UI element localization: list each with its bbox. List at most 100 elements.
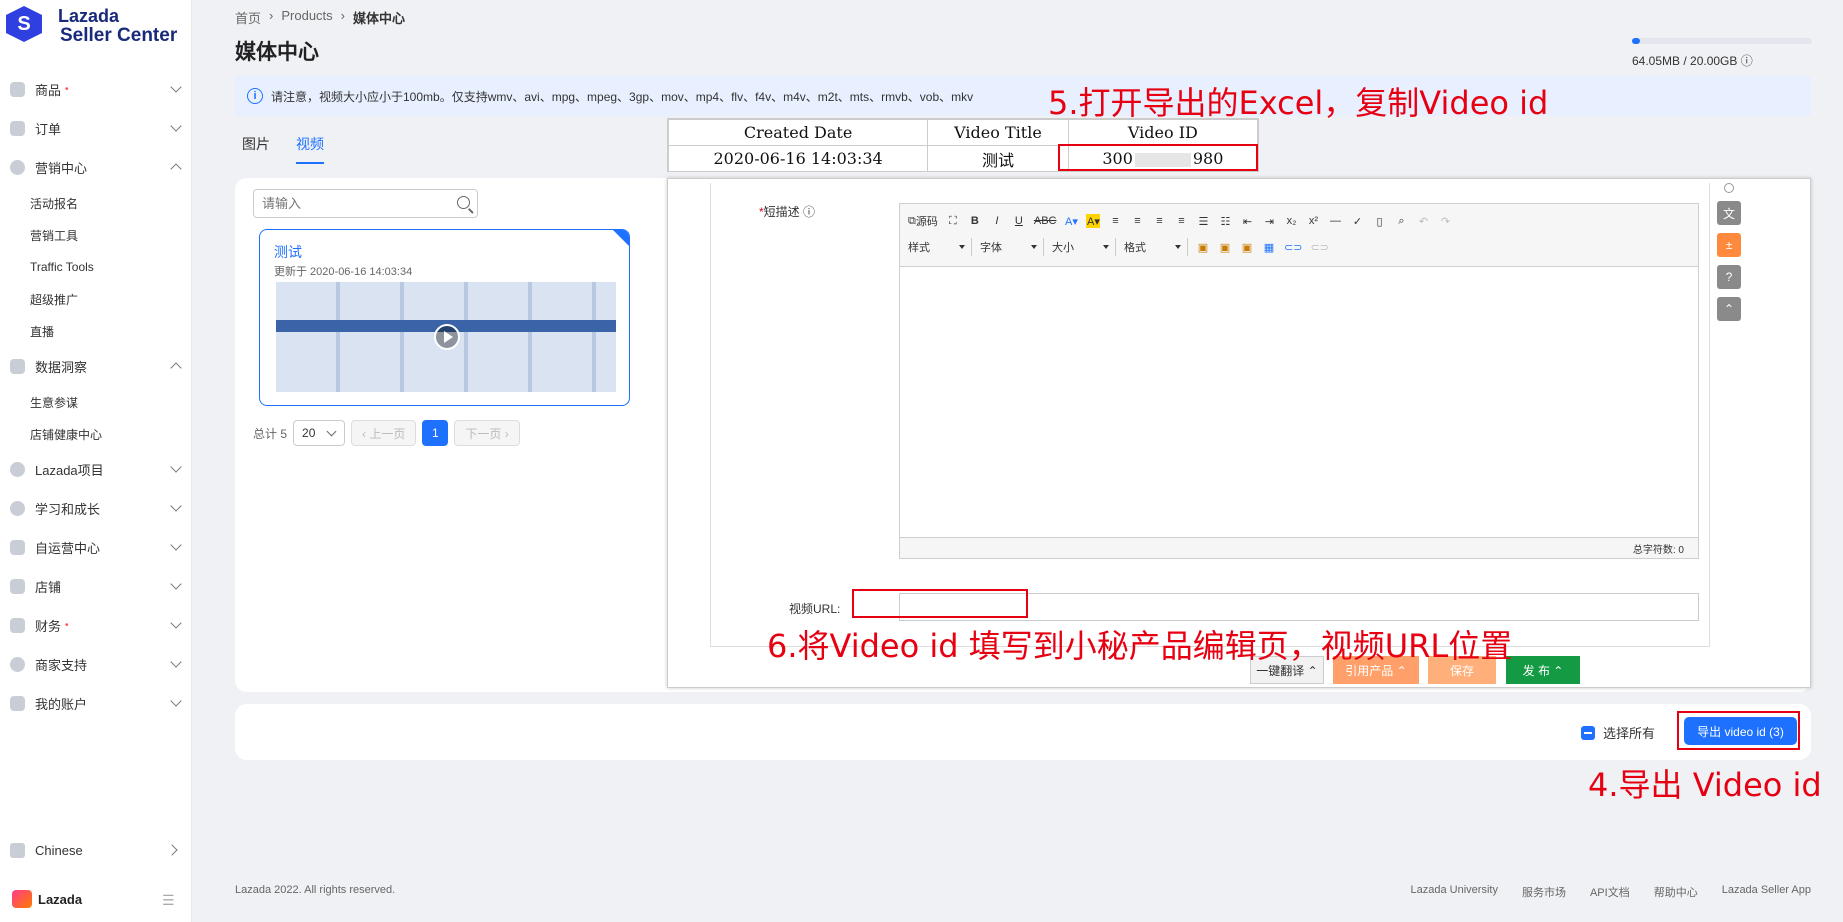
- link-icon[interactable]: ⊂⊃: [1284, 240, 1302, 254]
- page-size-select[interactable]: 20: [293, 420, 346, 446]
- footer-link-service-market[interactable]: 服务市场: [1522, 884, 1566, 900]
- info-icon[interactable]: ⓘ: [1741, 54, 1753, 68]
- source-button[interactable]: ⧉ 源码: [908, 214, 938, 229]
- collapse-menu-icon[interactable]: ☰: [162, 892, 175, 909]
- sidebar-sub-marketing-tools[interactable]: 营销工具: [0, 219, 192, 251]
- footer-link-seller-app[interactable]: Lazada Seller App: [1722, 884, 1811, 900]
- subscript-icon[interactable]: x₂: [1284, 214, 1298, 228]
- chevron-down-icon: [170, 617, 182, 629]
- superscript-icon[interactable]: x²: [1306, 214, 1320, 228]
- unlink-icon[interactable]: ⊂⊃: [1310, 240, 1328, 254]
- size-select[interactable]: 大小: [1052, 238, 1116, 256]
- excel-header: Video Title: [927, 119, 1069, 146]
- underline-icon[interactable]: U: [1012, 214, 1026, 228]
- align-left-icon[interactable]: ≡: [1108, 214, 1122, 228]
- sidebar-sub-super-promo[interactable]: 超级推广: [0, 283, 192, 315]
- video-updated: 更新于 2020-06-16 14:03:34: [274, 266, 413, 278]
- dollar-icon: [10, 462, 25, 477]
- table-icon[interactable]: ▦: [1262, 240, 1276, 254]
- maximize-icon[interactable]: ⛶: [946, 214, 960, 228]
- editor-form: *短描述 ⓘ ⧉ 源码 ⛶ B I U ABC A▾ A▾ ≡ ≡ ≡ ≡ ☰ ☷…: [710, 183, 1710, 647]
- page-title: 媒体中心: [235, 41, 319, 64]
- bullet-list-icon[interactable]: ☰: [1196, 214, 1210, 228]
- pagination: 总计 5 20 ‹ 上一页 1 下一页 ›: [253, 420, 520, 446]
- sidebar-sub-live[interactable]: 直播: [0, 315, 192, 347]
- footer-link-university[interactable]: Lazada University: [1411, 884, 1498, 900]
- justify-icon[interactable]: ≡: [1174, 214, 1188, 228]
- sidebar-item-products[interactable]: 商品 •: [0, 70, 192, 109]
- image-icon[interactable]: ▣: [1196, 240, 1210, 254]
- align-right-icon[interactable]: ≡: [1152, 214, 1166, 228]
- indent-icon[interactable]: ⇥: [1262, 214, 1276, 228]
- format-select[interactable]: 格式: [1124, 238, 1188, 256]
- chevron-down-icon: [170, 500, 182, 512]
- font-select[interactable]: 字体: [980, 238, 1044, 256]
- sidebar-sub-campaign[interactable]: 活动报名: [0, 187, 192, 219]
- language-icon: [10, 843, 25, 858]
- help-icon[interactable]: ?: [1717, 265, 1741, 289]
- prev-page-button[interactable]: ‹ 上一页: [351, 420, 417, 446]
- lazada-heart-icon: [12, 890, 32, 908]
- sidebar-item-learning[interactable]: 学习和成长: [0, 489, 192, 528]
- video-card[interactable]: 测试 更新于 2020-06-16 14:03:34: [259, 229, 630, 406]
- sidebar-item-marketing[interactable]: 营销中心: [0, 148, 192, 187]
- search-icon[interactable]: [457, 196, 470, 209]
- undo-icon[interactable]: ↶: [1416, 214, 1430, 228]
- source-icon: ⧉: [908, 214, 916, 227]
- sidebar-item-support[interactable]: 商家支持: [0, 645, 192, 684]
- breadcrumb-home[interactable]: 首页: [235, 8, 261, 27]
- italic-icon[interactable]: I: [990, 214, 1004, 228]
- sidebar-item-lazada-programs[interactable]: Lazada项目: [0, 450, 192, 489]
- scroll-top-icon[interactable]: ⌃: [1717, 297, 1741, 321]
- rich-text-area[interactable]: [899, 267, 1699, 537]
- footer-link-api-docs[interactable]: API文档: [1590, 884, 1630, 900]
- tab-images[interactable]: 图片: [242, 134, 270, 164]
- template-icon[interactable]: ▯: [1372, 214, 1386, 228]
- sidebar-sub-business-advisor[interactable]: 生意参谋: [0, 386, 192, 418]
- select-all-checkbox[interactable]: 选择所有: [1581, 723, 1655, 742]
- search-box[interactable]: [253, 189, 478, 218]
- sidebar-sub-traffic-tools[interactable]: Traffic Tools: [0, 251, 192, 283]
- language-switcher[interactable]: Chinese: [10, 843, 182, 858]
- footer-link-help-center[interactable]: 帮助中心: [1654, 884, 1698, 900]
- highlight-icon[interactable]: A▾: [1086, 214, 1101, 228]
- style-select[interactable]: 样式: [908, 238, 972, 256]
- sidebar-item-self-operation[interactable]: 自运营中心: [0, 528, 192, 567]
- play-icon[interactable]: [434, 324, 460, 350]
- page-number-current[interactable]: 1: [422, 420, 449, 446]
- radio-icon[interactable]: [1724, 183, 1734, 193]
- sidebar-sub-store-health[interactable]: 店铺健康中心: [0, 418, 192, 450]
- caret-down-icon: [959, 245, 965, 249]
- sidebar-item-finance[interactable]: 财务 •: [0, 606, 192, 645]
- preview-icon[interactable]: ⌕: [1394, 214, 1408, 228]
- caret-down-icon: [1175, 245, 1181, 249]
- bold-icon[interactable]: B: [968, 214, 982, 228]
- lazada-logo[interactable]: S Lazada Seller Center: [6, 6, 177, 46]
- publish-button[interactable]: 发 布 ⌃: [1506, 656, 1580, 684]
- tab-videos[interactable]: 视频: [296, 134, 324, 164]
- outdent-icon[interactable]: ⇤: [1240, 214, 1254, 228]
- font-color-icon[interactable]: A▾: [1064, 214, 1078, 228]
- calculator-icon[interactable]: ±: [1717, 233, 1741, 257]
- image-gallery-icon[interactable]: ▣: [1240, 240, 1254, 254]
- help-icon: [10, 657, 25, 672]
- search-input[interactable]: [262, 196, 452, 211]
- sidebar-item-insights[interactable]: 数据洞察: [0, 347, 192, 386]
- sidebar-item-account[interactable]: 我的账户: [0, 684, 192, 723]
- strikethrough-icon[interactable]: ABC: [1034, 214, 1057, 228]
- horizontal-rule-icon[interactable]: ―: [1328, 214, 1342, 228]
- redo-icon[interactable]: ↷: [1438, 214, 1452, 228]
- align-center-icon[interactable]: ≡: [1130, 214, 1144, 228]
- sidebar-item-store[interactable]: 店铺: [0, 567, 192, 606]
- breadcrumb-products[interactable]: Products: [281, 8, 332, 27]
- image-upload-icon[interactable]: ▣: [1218, 240, 1232, 254]
- settings-icon: [10, 540, 25, 555]
- spellcheck-icon[interactable]: ✓: [1350, 214, 1364, 228]
- help-icon[interactable]: ⓘ: [803, 205, 815, 219]
- lazada-mark-icon: S: [6, 6, 42, 42]
- numbered-list-icon[interactable]: ☷: [1218, 214, 1232, 228]
- sidebar-item-orders[interactable]: 订单: [0, 109, 192, 148]
- video-thumbnail[interactable]: [276, 282, 616, 392]
- next-page-button[interactable]: 下一页 ›: [454, 420, 520, 446]
- translate-icon[interactable]: 文: [1717, 201, 1741, 225]
